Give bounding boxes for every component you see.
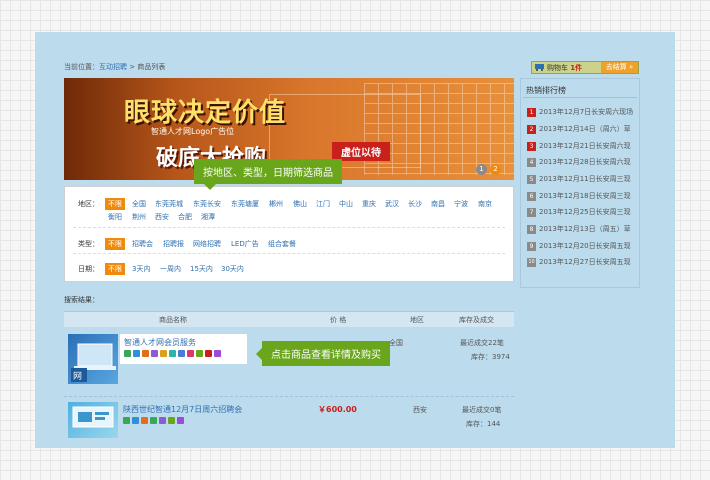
filter-region-option[interactable]: 武汉 <box>385 199 399 209</box>
svg-text:网: 网 <box>73 371 82 382</box>
cart-icon <box>535 64 544 71</box>
ranking-item[interactable]: 2013年12月13日（周五）草 <box>539 224 633 234</box>
filter-region-option[interactable]: 湘潭 <box>201 212 215 222</box>
column-header-stock: 库存及成交 <box>459 316 494 324</box>
filter-box: 地区： 不限 全国 东莞莞城 东莞长安 东莞塘厦 郴州 佛山 江门 中山 重庆 … <box>64 186 514 282</box>
filter-type-option[interactable]: 招聘会 <box>132 239 153 249</box>
product-service-icons <box>123 417 184 424</box>
filter-type-option[interactable]: LED广告 <box>231 239 259 249</box>
product-sold: 最近成交0笔 <box>462 406 502 414</box>
filter-date-option[interactable]: 15天内 <box>190 264 213 274</box>
rank-badge: 9 <box>527 242 536 251</box>
results-table-header: 商品名称 价 格 地区 库存及成交 <box>64 311 514 327</box>
filter-region-option[interactable]: 东莞莞城 <box>155 199 183 209</box>
rank-badge: 5 <box>527 175 536 184</box>
filter-region-option[interactable]: 合肥 <box>178 212 192 222</box>
results-label: 搜索结果： <box>64 296 99 304</box>
product-sold: 最近成交22笔 <box>460 339 504 347</box>
filter-type-option[interactable]: 招聘报 <box>163 239 184 249</box>
filter-divider <box>73 227 505 228</box>
laptop-icon: 网 <box>71 343 116 382</box>
filter-region-option[interactable]: 佛山 <box>293 199 307 209</box>
ranking-item[interactable]: 2013年12月21日长安周六现 <box>539 141 633 151</box>
product-service-icons <box>124 350 221 357</box>
ranking-item[interactable]: 2013年12月11日长安周三现 <box>539 174 633 184</box>
filter-date-option[interactable]: 3天内 <box>132 264 150 274</box>
product-name-link[interactable]: 智通人才网会员服务 <box>124 337 196 348</box>
product-stock: 库存：144 <box>466 420 501 428</box>
rank-badge: 4 <box>527 158 536 167</box>
product-stock: 库存：3974 <box>471 353 510 361</box>
rank-badge: 1 <box>527 108 536 117</box>
filter-region-option[interactable]: 东莞塘厦 <box>231 199 259 209</box>
breadcrumb-link[interactable]: 互动招聘 <box>99 63 127 71</box>
cart-label: 购物车 <box>547 64 568 72</box>
breadcrumb-prefix: 当前位置： <box>64 63 99 71</box>
row-divider <box>64 396 514 397</box>
ranking-item[interactable]: 2013年12月20日长安周五现 <box>539 241 633 251</box>
filter-region-option[interactable]: 全国 <box>132 199 146 209</box>
rank-badge: 3 <box>527 142 536 151</box>
brochure-icon <box>72 406 114 428</box>
filter-region-option[interactable]: 江门 <box>316 199 330 209</box>
product-region: 西安 <box>413 406 427 414</box>
rank-badge: 8 <box>527 225 536 234</box>
filter-region-option[interactable]: 西安 <box>155 212 169 222</box>
ranking-item[interactable]: 2013年12月7日长安周六现场 <box>539 107 633 117</box>
filter-region-option[interactable]: 郴州 <box>269 199 283 209</box>
cart-summary[interactable]: 购物车 1件 <box>547 63 582 73</box>
breadcrumb-current: 商品列表 <box>137 63 166 71</box>
filter-type-label: 类型： <box>78 240 99 248</box>
filter-region-all[interactable]: 不限 <box>105 198 125 210</box>
product-card[interactable]: 智通人才网会员服务 <box>120 334 247 364</box>
filter-type-all[interactable]: 不限 <box>105 238 125 250</box>
filter-region-option[interactable]: 长沙 <box>408 199 422 209</box>
column-header-price: 价 格 <box>330 316 347 324</box>
product-name-link[interactable]: 陕西世纪智通12月7日周六招聘会 <box>123 404 242 415</box>
filter-region-label: 地区： <box>78 200 99 208</box>
product-thumbnail[interactable]: 网 <box>68 334 118 384</box>
sidebar-title: 热销排行榜 <box>526 86 566 95</box>
ranking-item[interactable]: 2013年12月14日（周六）草 <box>539 124 633 134</box>
banner-headline: 眼球决定价值 <box>124 98 287 128</box>
banner-logo-slot: 智通人才网Logo广告位 <box>151 127 235 136</box>
ranking-item[interactable]: 2013年12月27日长安周五现 <box>539 257 633 267</box>
filter-date-all[interactable]: 不限 <box>105 263 125 275</box>
ranking-item[interactable]: 2013年12月25日长安周三现 <box>539 207 633 217</box>
filter-region-option[interactable]: 衡阳 <box>108 212 122 222</box>
filter-tooltip: 按地区、类型，日期筛选商品 <box>194 159 342 190</box>
rank-badge: 7 <box>527 208 536 217</box>
ranking-item[interactable]: 2013年12月28日长安周六现 <box>539 157 633 167</box>
filter-region-option[interactable]: 南昌 <box>431 199 445 209</box>
product-tooltip: 点击商品查看详情及购买 <box>256 341 390 366</box>
ranking-item[interactable]: 2013年12月18日长安周三现 <box>539 191 633 201</box>
filter-type-option[interactable]: 网络招聘 <box>193 239 221 249</box>
rank-badge: 10 <box>527 258 536 267</box>
product-price: ￥600.00 <box>318 405 357 414</box>
filter-date-label: 日期： <box>78 265 99 273</box>
filter-date-option[interactable]: 30天内 <box>221 264 244 274</box>
column-header-name: 商品名称 <box>159 316 187 324</box>
column-header-region: 地区 <box>410 316 424 324</box>
filter-region-option[interactable]: 南京 <box>478 199 492 209</box>
cart-count: 1件 <box>570 64 583 72</box>
filter-region-option[interactable]: 宁波 <box>454 199 468 209</box>
sidebar-divider <box>523 97 637 98</box>
breadcrumb: 当前位置：互动招聘 > 商品列表 <box>64 62 165 72</box>
filter-region-option[interactable]: 中山 <box>339 199 353 209</box>
rank-badge: 2 <box>527 125 536 134</box>
filter-type-option[interactable]: 组合套餐 <box>268 239 296 249</box>
banner-pager-1[interactable]: 1 <box>476 164 487 175</box>
product-region: 全国 <box>389 339 403 347</box>
filter-region-option[interactable]: 重庆 <box>362 199 376 209</box>
filter-region-option[interactable]: 东莞长安 <box>193 199 221 209</box>
filter-divider <box>73 253 505 254</box>
breadcrumb-separator: > <box>127 63 138 71</box>
banner-pager-2[interactable]: 2 <box>490 164 501 175</box>
rank-badge: 6 <box>527 192 536 201</box>
filter-region-option[interactable]: 荆州 <box>132 212 146 222</box>
filter-date-option[interactable]: 一周内 <box>160 264 181 274</box>
product-thumbnail[interactable] <box>68 402 118 438</box>
checkout-button[interactable]: 去结算 » <box>601 62 638 73</box>
